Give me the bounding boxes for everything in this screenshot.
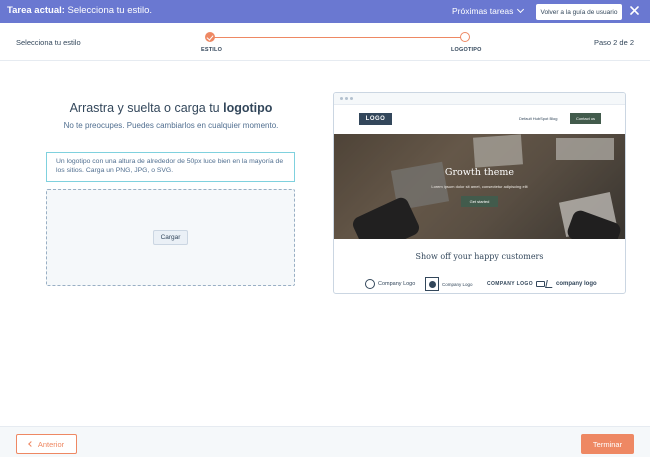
logo-mark-icon — [365, 279, 375, 289]
customer-logo: Company Logo — [365, 276, 415, 292]
logo-mark-icon — [425, 277, 439, 291]
current-task-label: Tarea actual: — [7, 5, 65, 16]
preview-window-chrome — [334, 93, 625, 105]
window-dot-icon — [350, 97, 353, 100]
step-done-check-icon — [205, 32, 215, 42]
next-tasks-dropdown[interactable]: Próximas tareas — [452, 5, 525, 16]
customer-logo: COMPANY LOGO — [487, 276, 546, 292]
logo-mark-icon — [545, 280, 554, 288]
back-to-guide-button[interactable]: Volver a la guía de usuario — [536, 4, 622, 20]
customer-logo: Company Logo — [425, 276, 473, 292]
logo-mark-icon — [536, 281, 546, 287]
finish-button[interactable]: Terminar — [581, 434, 634, 454]
page-subtitle: No te preocupes. Puedes cambiarlos en cu… — [63, 121, 279, 130]
preview-logo: LOGO — [359, 113, 392, 125]
customer-logo-text: Company Logo — [442, 281, 473, 287]
preview-customer-logos: Company Logo Company Logo COMPANY LOGO c… — [334, 276, 625, 292]
preview-nav-link: Default HubSpot Blog — [519, 116, 558, 121]
step-label-logotipo: LOGOTIPO — [451, 47, 482, 53]
window-dot-icon — [340, 97, 343, 100]
task-bar: Tarea actual: Selecciona tu estilo. Próx… — [0, 0, 650, 23]
previous-button[interactable]: Anterior — [16, 434, 77, 454]
current-task: Tarea actual: Selecciona tu estilo. — [7, 5, 152, 16]
window-dot-icon — [345, 97, 348, 100]
step-current-indicator — [460, 32, 470, 42]
page-title-prefix: Arrastra y suelta o carga tu — [69, 101, 220, 115]
customer-logo-text: COMPANY LOGO — [487, 281, 534, 287]
preview-hero-cta: Get started — [461, 196, 498, 207]
page-title: Arrastra y suelta o carga tu logotipo — [46, 101, 296, 115]
page-title-bold: logotipo — [223, 101, 273, 115]
theme-preview: LOGO Default HubSpot Blog Contact us Gro… — [333, 92, 626, 294]
customer-logo-text: Company Logo — [378, 281, 416, 287]
progress-track — [209, 37, 465, 38]
preview-customers-heading: Show off your happy customers — [415, 252, 544, 261]
customer-logo-text: company logo — [556, 281, 597, 287]
customer-logo: company logo — [545, 276, 597, 292]
step-counter: Paso 2 de 2 — [593, 38, 634, 47]
step-title: Selecciona tu estilo — [16, 38, 81, 47]
footer — [0, 427, 650, 457]
preview-navbar: LOGO Default HubSpot Blog Contact us — [334, 105, 625, 134]
step-label-estilo: ESTILO — [201, 47, 223, 53]
chevron-left-icon — [28, 441, 34, 447]
current-task-value: Selecciona tu estilo. — [67, 5, 153, 16]
preview-hero-title: Growth theme — [444, 167, 515, 178]
preview-contact-button: Contact us — [570, 113, 601, 124]
preview-hero: Growth theme Lorem ipsum dolor sit amet,… — [334, 134, 625, 239]
preview-hero-text: Lorem ipsum dolor sit amet, consectetur … — [431, 184, 528, 189]
logo-info-note: Un logotipo con una altura de alrededor … — [46, 152, 295, 182]
header-divider — [0, 60, 650, 61]
close-icon[interactable] — [629, 4, 640, 17]
previous-button-label: Anterior — [37, 439, 65, 449]
upload-button[interactable]: Cargar — [153, 230, 188, 245]
next-tasks-label: Próximas tareas — [452, 6, 514, 16]
chevron-down-icon — [517, 5, 525, 14]
